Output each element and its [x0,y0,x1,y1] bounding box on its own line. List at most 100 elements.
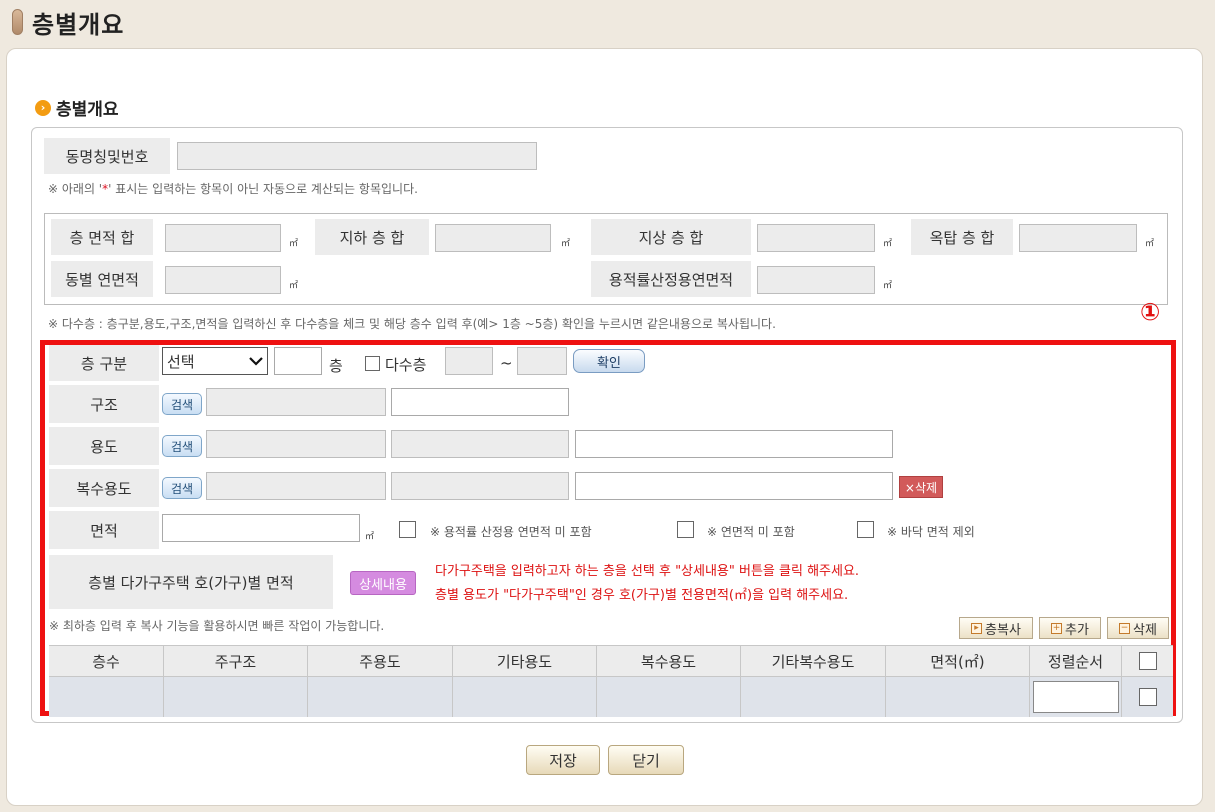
rooftop-total-field [1019,224,1137,252]
building-total-area-field [165,266,281,294]
total-area-label: 층 면적 합 [51,219,153,255]
multi-usage-search-button[interactable]: 검색 [162,477,202,499]
col-sort-order: 정렬순서 [1030,646,1122,676]
multi-floor-to-input[interactable] [517,347,567,375]
cell-area [886,677,1030,717]
area-summary-box: 층 면적 합 ㎡ 지하 층 합 ㎡ 지상 층 합 ㎡ 옥탑 층 합 ㎡ 동별 연… [44,213,1168,305]
cell-etc-usage [453,677,597,717]
delete-row-label: 삭제 [1133,622,1157,638]
add-row-button[interactable]: + 추가 [1039,617,1101,639]
far-area-field [757,266,875,294]
main-panel: › 층별개요 동명칭및번호 ※ 아래의 '*' 표시는 입력하는 항목이 아닌 … [6,48,1203,806]
area-unit: ㎡ [365,532,375,542]
rooftop-total-unit: ㎡ [1145,239,1155,249]
multi-floor-label: 다수층 [385,356,427,374]
floor-overview-box: 동명칭및번호 ※ 아래의 '*' 표시는 입력하는 항목이 아닌 자동으로 계산… [31,127,1183,723]
usage-etc-input[interactable] [575,430,893,458]
multi-usage-code-field [206,472,386,500]
basement-total-unit: ㎡ [561,239,571,249]
structure-detail-input[interactable] [391,388,569,416]
cell-select [1122,677,1173,717]
col-main-structure: 주구조 [164,646,308,676]
detail-button[interactable]: 상세내용 [350,571,416,595]
arrow-bullet-icon: › [35,99,51,116]
cell-multi-usage [597,677,741,717]
exclude-far-checkbox[interactable] [399,521,416,538]
multi-usage-delete-button[interactable]: ×삭제 [899,476,943,498]
building-name-input[interactable] [177,142,537,170]
floor-input-area: 층 구분 선택 층 다수층 ~ 확인 구조 검색 용도 검색 복수용도 검색 ×… [40,340,1176,717]
usage-code-field [206,430,386,458]
multi-floor-from-input[interactable] [445,347,493,375]
rooftop-total-label: 옥탑 층 합 [911,219,1013,255]
exclude-total-area-checkbox[interactable] [677,521,694,538]
household-note-1: 다가구주택을 입력하고자 하는 층을 선택 후 "상세내용" 버튼을 클릭 해주… [435,564,860,579]
multi-floor-checkbox[interactable] [365,356,380,371]
title-marker-icon [12,9,23,35]
household-note-2: 층별 용도가 "다가구주택"인 경우 호(가구)별 전용면적(㎡)을 입력 해주… [435,588,849,603]
select-all-checkbox[interactable] [1138,652,1157,670]
tilde-separator: ~ [500,354,513,372]
usage-label: 용도 [49,427,159,465]
chevron-down-icon [249,356,263,366]
page-title-bar: 층별개요 [12,4,124,40]
floor-table-header: 층수 주구조 주용도 기타용도 복수용도 기타복수용도 면적(㎡) 정렬순서 [49,645,1173,677]
far-area-label: 용적률산정용연면적 [591,261,751,297]
usage-search-button[interactable]: 검색 [162,435,202,457]
above-total-label: 지상 층 합 [591,219,751,255]
cell-sort-order [1030,677,1122,717]
section-header: › 층별개요 [35,95,119,120]
cell-floor [49,677,164,717]
basement-total-field [435,224,551,252]
col-select-all [1122,646,1173,676]
page-title: 층별개요 [32,10,125,39]
multi-usage-name-field [391,472,569,500]
above-total-unit: ㎡ [883,239,893,249]
floor-type-label: 층 구분 [49,345,159,381]
section-title: 층별개요 [56,100,119,120]
structure-search-button[interactable]: 검색 [162,393,202,415]
auto-note-suffix: ' 표시는 입력하는 항목이 아닌 자동으로 계산되는 항목입니다. [108,182,418,196]
floor-type-select[interactable]: 선택 [162,347,268,375]
total-area-field [165,224,281,252]
exclude-floor-area-checkbox[interactable] [857,521,874,538]
structure-label: 구조 [49,385,159,423]
building-total-area-label: 동별 연면적 [51,261,153,297]
copy-floor-button[interactable]: ▸ 층복사 [959,617,1033,639]
total-area-unit: ㎡ [289,239,299,249]
exclude-total-area-label: ※ 연면적 미 포함 [707,525,795,539]
play-icon: ▸ [971,622,983,634]
floor-number-input[interactable] [274,347,322,375]
building-name-label: 동명칭및번호 [44,138,170,174]
above-total-field [757,224,875,252]
cell-main-structure [164,677,308,717]
row-select-checkbox[interactable] [1138,688,1157,706]
table-row[interactable] [49,677,1173,717]
area-input[interactable] [162,514,360,542]
cell-main-usage [308,677,453,717]
add-row-label: 추가 [1065,622,1089,638]
building-total-area-unit: ㎡ [289,281,299,291]
col-floor: 층수 [49,646,164,676]
col-multi-usage: 복수용도 [597,646,741,676]
structure-code-field [206,388,386,416]
copy-floor-label: 층복사 [985,622,1021,638]
multi-floor-note: ※ 다수층 : 층구분,용도,구조,면적을 입력하신 후 다수층을 체크 및 해… [48,317,776,331]
household-area-label: 층별 다가구주택 호(가구)별 면적 [49,555,333,609]
exclude-far-label: ※ 용적률 산정용 연면적 미 포함 [430,525,592,539]
usage-name-field [391,430,569,458]
col-area: 면적(㎡) [886,646,1030,676]
save-button[interactable]: 저장 [526,745,600,775]
multi-usage-etc-input[interactable] [575,472,893,500]
close-button[interactable]: 닫기 [608,745,684,775]
multi-usage-label: 복수용도 [49,469,159,507]
minus-icon: − [1119,622,1131,634]
floor-suffix: 층 [329,357,343,375]
copy-hint: ※ 최하층 입력 후 복사 기능을 활용하시면 빠른 작업이 가능합니다. [49,619,385,633]
sort-order-input[interactable] [1032,681,1119,713]
col-etc-usage: 기타용도 [453,646,597,676]
delete-row-button[interactable]: − 삭제 [1107,617,1169,639]
marker-number: ① [1140,298,1161,326]
floor-type-selected: 선택 [167,352,195,371]
confirm-button[interactable]: 확인 [573,349,645,373]
